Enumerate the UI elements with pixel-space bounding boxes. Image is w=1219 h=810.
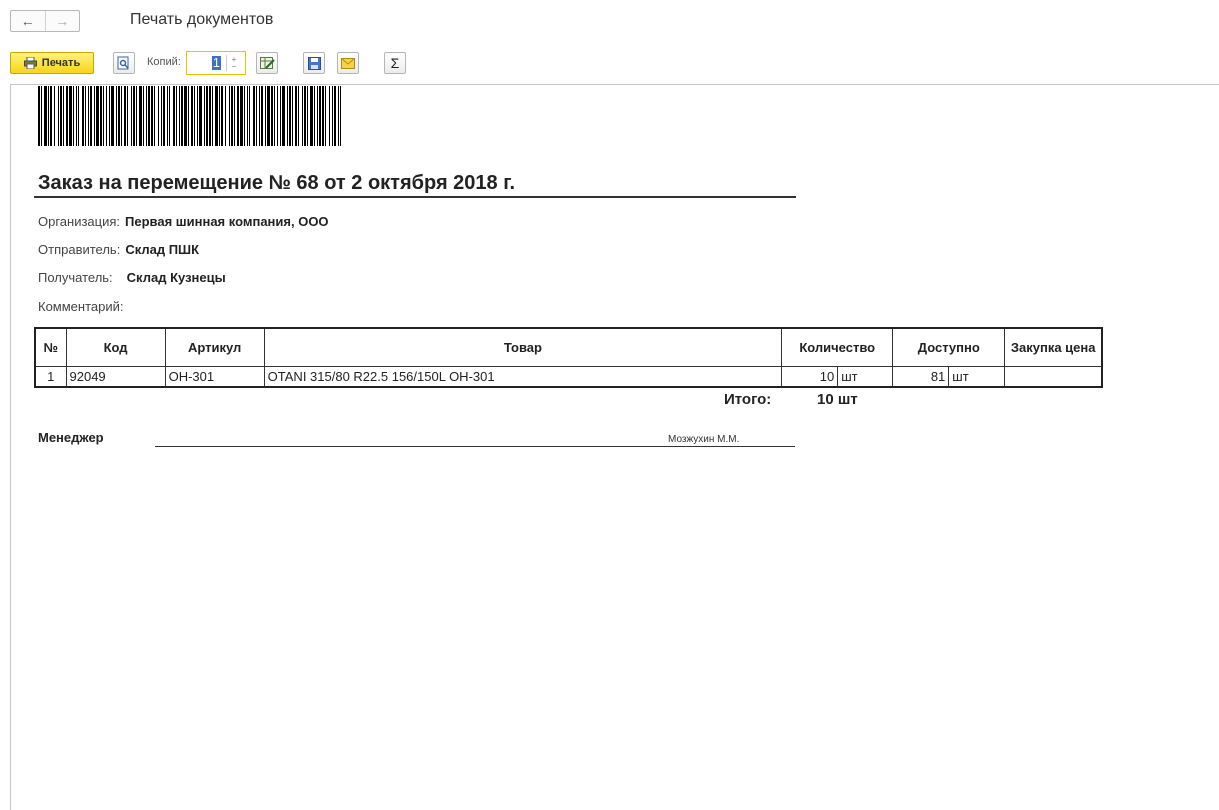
row-quantity: 10 bbox=[781, 365, 839, 388]
email-button[interactable] bbox=[337, 52, 359, 74]
sender-label: Отправитель: bbox=[38, 242, 121, 257]
preview-magnifier-icon bbox=[117, 56, 129, 70]
row-product: OTANI 315/80 R22.5 156/150L OH-301 bbox=[263, 365, 783, 388]
nav-buttons: ← → bbox=[10, 10, 80, 32]
receiver-row: Получатель: Склад Кузнецы bbox=[38, 270, 226, 285]
manager-label: Менеджер bbox=[38, 430, 104, 445]
header-purchase-price: Закупка цена bbox=[1004, 327, 1103, 367]
barcode bbox=[38, 86, 344, 146]
manager-signature-line bbox=[155, 446, 795, 447]
row-purchase-price bbox=[1004, 365, 1103, 388]
header-quantity: Количество bbox=[781, 327, 894, 367]
organization-label: Организация: bbox=[38, 214, 121, 229]
row-article: OH-301 bbox=[164, 365, 265, 388]
row-quantity-unit: шт bbox=[837, 365, 894, 388]
receiver-value: Склад Кузнецы bbox=[126, 270, 226, 285]
print-button[interactable]: Печать bbox=[10, 52, 94, 74]
header-code: Код bbox=[65, 327, 166, 367]
receiver-label: Получатель: bbox=[38, 270, 113, 285]
printer-icon bbox=[23, 57, 37, 69]
forward-arrow-icon[interactable]: → bbox=[44, 11, 80, 31]
barcode-bar bbox=[341, 86, 344, 146]
copies-value: 1 bbox=[211, 55, 221, 70]
comment-label: Комментарий: bbox=[38, 299, 124, 314]
edit-table-icon bbox=[259, 56, 275, 69]
organization-value: Первая шинная компания, ООО bbox=[125, 214, 329, 229]
header-num: № bbox=[34, 327, 67, 367]
row-available-unit: шт bbox=[948, 365, 1006, 388]
copies-spinner[interactable]: + − bbox=[226, 55, 241, 71]
header-product: Товар bbox=[263, 327, 783, 367]
print-button-label: Печать bbox=[41, 57, 81, 69]
table-row: 1 92049 OH-301 OTANI 315/80 R22.5 156/15… bbox=[34, 365, 1103, 388]
copies-label: Копий: bbox=[147, 56, 181, 68]
edit-button[interactable] bbox=[256, 52, 278, 74]
floppy-disk-icon bbox=[307, 56, 321, 70]
table-header-row: № Код Артикул Товар Количество Доступно … bbox=[34, 327, 1103, 367]
total-label: Итого: bbox=[724, 391, 772, 408]
preview-button[interactable] bbox=[113, 52, 135, 74]
row-num: 1 bbox=[34, 365, 67, 388]
row-available: 81 bbox=[892, 365, 950, 388]
spinner-down-icon[interactable]: − bbox=[232, 63, 237, 71]
save-button[interactable] bbox=[303, 52, 325, 74]
sender-row: Отправитель: Склад ПШК bbox=[38, 242, 199, 257]
manager-name: Мозжухин М.М. bbox=[668, 434, 740, 445]
row-code: 92049 bbox=[65, 365, 166, 388]
sum-button[interactable]: Σ bbox=[384, 52, 406, 74]
back-arrow-icon[interactable]: ← bbox=[11, 11, 45, 31]
copies-input[interactable]: 1 + − bbox=[186, 51, 246, 75]
comment-row: Комментарий: bbox=[38, 299, 124, 314]
title-underline bbox=[34, 196, 796, 198]
sigma-icon: Σ bbox=[390, 55, 400, 71]
sender-value: Склад ПШК bbox=[125, 242, 200, 257]
window-title: Печать документов bbox=[130, 11, 274, 28]
header-article: Артикул bbox=[164, 327, 265, 367]
envelope-icon bbox=[341, 57, 355, 69]
total-value: 10 шт bbox=[817, 391, 858, 408]
organization-row: Организация: Первая шинная компания, ООО bbox=[38, 214, 329, 229]
header-available: Доступно bbox=[892, 327, 1006, 367]
items-table: № Код Артикул Товар Количество Доступно … bbox=[34, 327, 1103, 388]
document-title: Заказ на перемещение № 68 от 2 октября 2… bbox=[38, 172, 516, 194]
